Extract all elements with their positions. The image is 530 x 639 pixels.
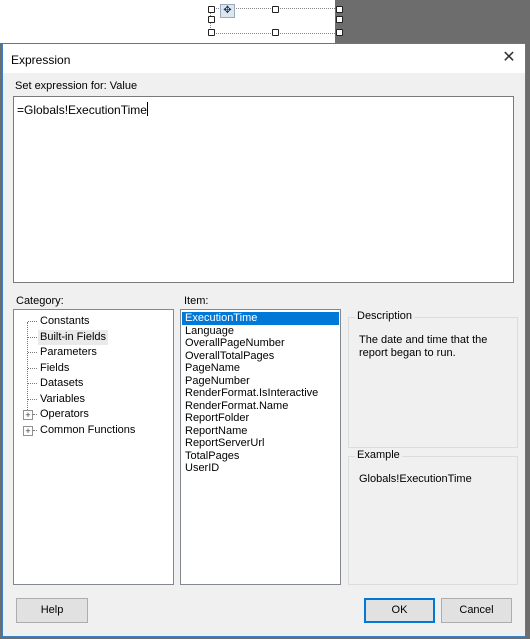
- expand-icon[interactable]: +: [23, 425, 33, 436]
- list-item[interactable]: ReportServerUrl: [182, 437, 339, 450]
- help-button[interactable]: Help: [16, 598, 88, 623]
- resize-handle[interactable]: [208, 6, 215, 13]
- tree-connector: [28, 352, 37, 353]
- tree-connector: [28, 383, 37, 384]
- list-item[interactable]: RenderFormat.Name: [182, 400, 339, 413]
- category-item-label: Parameters: [40, 346, 97, 358]
- example-text: Globals!ExecutionTime: [359, 473, 472, 485]
- list-item[interactable]: RenderFormat.IsInteractive: [182, 387, 339, 400]
- tree-connector: [28, 336, 37, 338]
- item-label: Item:: [184, 295, 209, 307]
- tree-connector: [33, 414, 37, 415]
- list-item[interactable]: ReportName: [182, 425, 339, 438]
- resize-handle[interactable]: [336, 29, 343, 36]
- description-text: The date and time that the report began …: [359, 334, 488, 359]
- description-label: Description: [355, 310, 415, 322]
- move-handle-icon[interactable]: ✥: [220, 4, 235, 18]
- tree-connector: [28, 398, 37, 400]
- list-item[interactable]: ReportFolder: [182, 412, 339, 425]
- list-item[interactable]: ExecutionTime: [182, 312, 339, 325]
- resize-handle[interactable]: [272, 6, 279, 13]
- example-group: Example Globals!ExecutionTime: [348, 449, 518, 585]
- resize-handle[interactable]: [336, 16, 343, 23]
- title-bar[interactable]: Expression ✕: [3, 44, 525, 73]
- category-item-label: Constants: [40, 315, 90, 327]
- tree-connector: [28, 321, 37, 322]
- list-item[interactable]: Language: [182, 325, 339, 338]
- tree-connector: [28, 367, 37, 369]
- item-list[interactable]: ExecutionTime Language OverallPageNumber Ov…: [180, 309, 341, 585]
- dialog-title: Expression: [11, 53, 71, 67]
- expression-dialog: Expression ✕ Set expression for: Value =…: [2, 43, 526, 637]
- resize-handle[interactable]: [208, 29, 215, 36]
- resize-handle[interactable]: [208, 16, 215, 23]
- cancel-button[interactable]: Cancel: [441, 598, 512, 623]
- list-item[interactable]: OverallPageNumber: [182, 337, 339, 350]
- category-label: Category:: [16, 295, 64, 307]
- expand-icon[interactable]: +: [23, 410, 33, 420]
- category-item-label: Variables: [40, 392, 86, 405]
- text-caret: [146, 102, 148, 116]
- expression-text: =Globals!ExecutionTime: [17, 103, 147, 117]
- description-group: Description The date and time that the r…: [348, 310, 518, 448]
- list-item[interactable]: TotalPages: [182, 450, 339, 463]
- resize-handle[interactable]: [336, 6, 343, 13]
- category-item-label: Fields: [40, 361, 70, 374]
- set-expression-label: Set expression for: Value: [15, 80, 138, 92]
- category-item-label: Operators: [40, 408, 89, 420]
- resize-handle[interactable]: [272, 29, 279, 36]
- expression-editor[interactable]: =Globals!ExecutionTime: [13, 96, 514, 283]
- category-tree[interactable]: Constants Built-in Fields Parameters Fields…: [13, 309, 174, 585]
- close-icon[interactable]: ✕: [499, 48, 519, 68]
- category-item-label: Datasets: [40, 377, 84, 389]
- example-label: Example: [355, 449, 402, 461]
- list-item[interactable]: PageName: [182, 362, 339, 375]
- list-item[interactable]: PageNumber: [182, 375, 339, 388]
- list-item[interactable]: UserID: [182, 462, 339, 475]
- list-item[interactable]: OverallTotalPages: [182, 350, 339, 363]
- category-item-label: Common Functions: [40, 423, 136, 436]
- ok-button[interactable]: OK: [364, 598, 435, 623]
- tree-connector: [33, 429, 37, 431]
- category-item-label: Built-in Fields: [38, 329, 109, 345]
